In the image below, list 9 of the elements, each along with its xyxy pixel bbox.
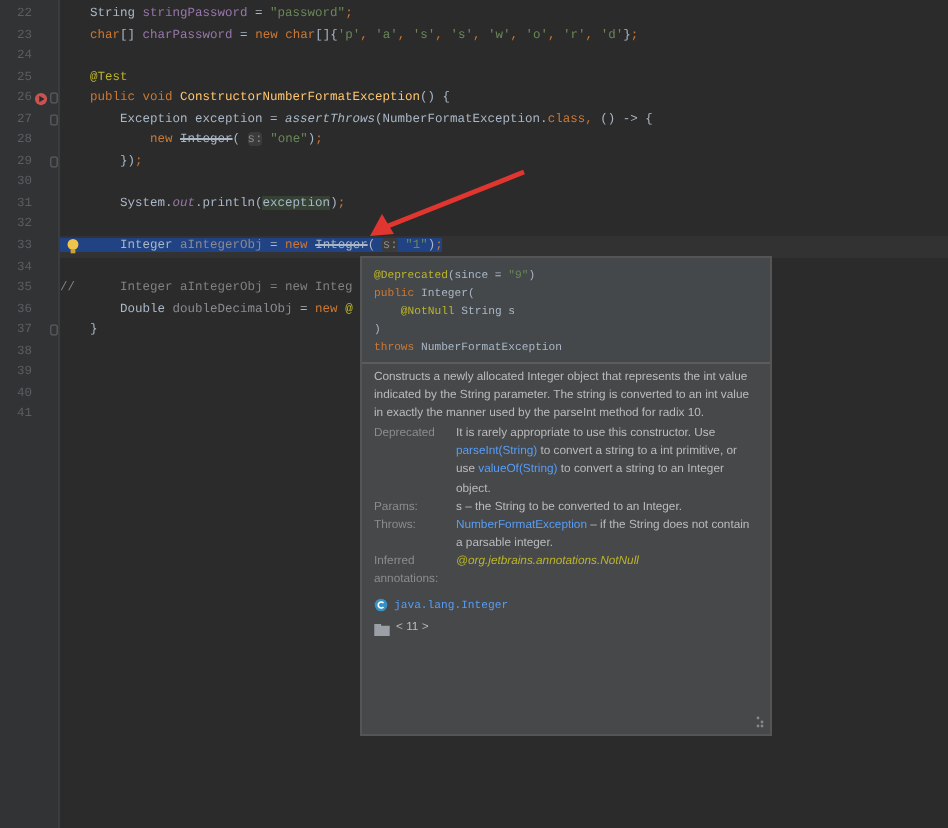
folder-icon — [374, 623, 390, 636]
fold-marker-icon[interactable] — [50, 156, 58, 169]
resize-grip-icon[interactable] — [756, 716, 764, 728]
fold-marker-icon[interactable] — [50, 92, 58, 105]
fold-marker-icon[interactable] — [50, 324, 58, 337]
fold-marker-icon[interactable] — [50, 114, 58, 126]
lightbulb-icon[interactable] — [66, 238, 80, 256]
run-test-icon[interactable] — [33, 91, 47, 106]
class-icon — [374, 598, 388, 613]
